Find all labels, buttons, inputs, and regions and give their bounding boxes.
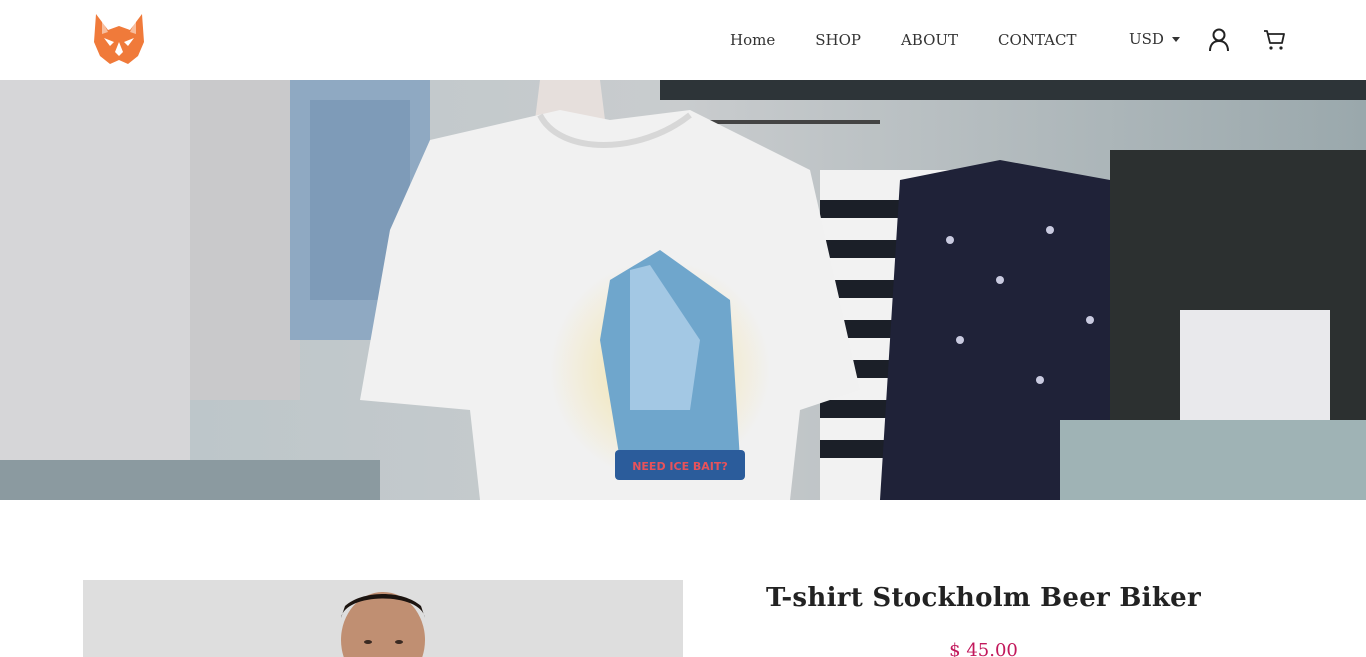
- top-navbar: Home SHOP ABOUT CONTACT USD: [0, 0, 1366, 80]
- nav-contact[interactable]: CONTACT: [998, 31, 1076, 49]
- lynx-logo-icon: [94, 14, 144, 64]
- hero-banner-image: NEED ICE BAIT?: [0, 80, 1366, 500]
- nav-shop[interactable]: SHOP: [815, 31, 861, 49]
- model-portrait: [83, 580, 683, 657]
- nav-home[interactable]: Home: [730, 31, 775, 49]
- brand-logo[interactable]: [90, 12, 148, 66]
- product-price: $ 45.00: [949, 640, 1018, 657]
- cart-icon[interactable]: [1262, 28, 1286, 52]
- shirt-print-text: NEED ICE BAIT?: [632, 460, 728, 473]
- user-icon[interactable]: [1208, 28, 1230, 52]
- currency-selector[interactable]: USD: [1129, 30, 1180, 48]
- currency-label: USD: [1129, 30, 1164, 48]
- store-mannequin-photo: NEED ICE BAIT?: [0, 80, 1366, 500]
- product-photo[interactable]: [83, 580, 683, 657]
- main-nav: Home SHOP ABOUT CONTACT: [730, 0, 1076, 80]
- caret-down-icon: [1171, 36, 1180, 42]
- product-title: T-shirt Stockholm Beer Biker: [766, 583, 1201, 613]
- nav-about[interactable]: ABOUT: [901, 31, 958, 49]
